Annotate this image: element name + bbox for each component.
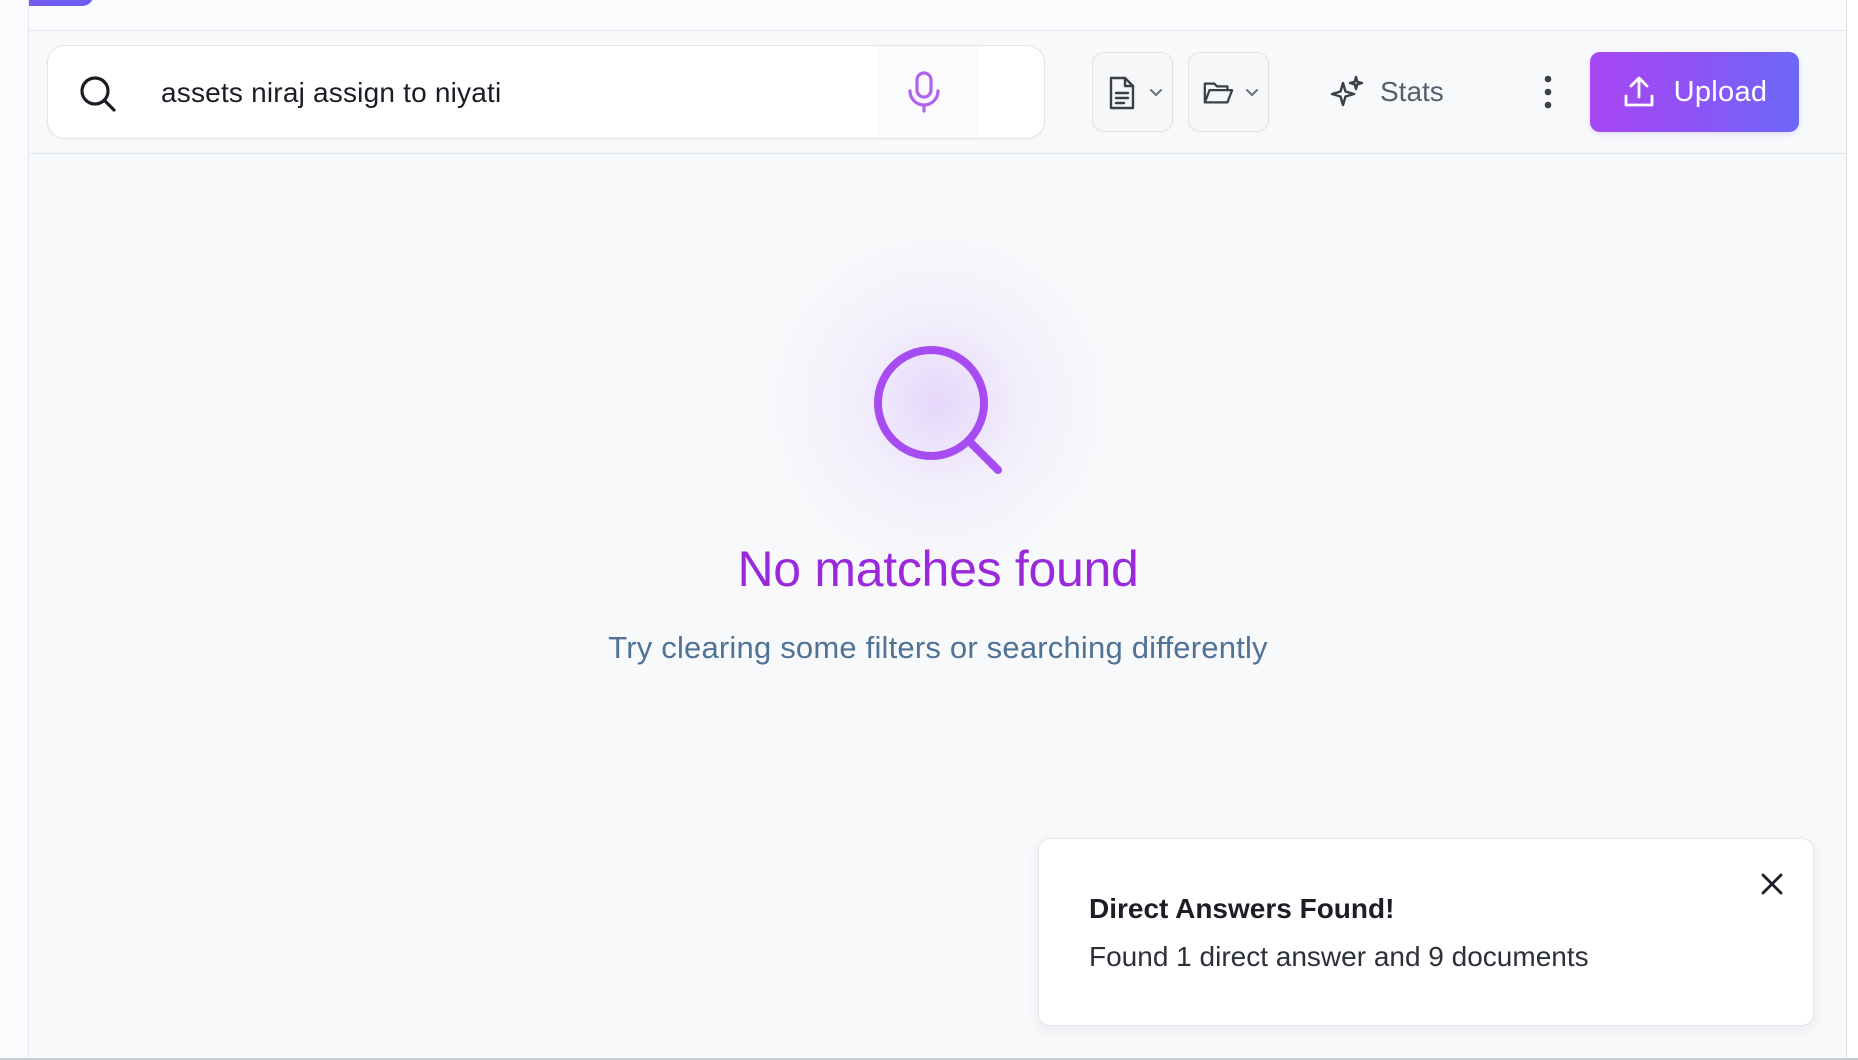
notification-toast: Direct Answers Found! Found 1 direct ans… <box>1038 838 1814 1026</box>
search-toolbar: assets niraj assign to niyati Stats Uplo… <box>30 32 1846 154</box>
upload-icon <box>1624 76 1654 107</box>
kebab-menu-icon[interactable] <box>1535 68 1561 116</box>
left-sidebar-rail <box>0 0 29 1060</box>
chevron-down-icon <box>1246 89 1258 96</box>
window-right-edge <box>1846 0 1858 1060</box>
search-icon <box>80 76 116 112</box>
upload-label: Upload <box>1673 75 1768 108</box>
upload-button[interactable]: Upload <box>1590 52 1799 132</box>
stats-label: Stats <box>1380 76 1444 107</box>
folder-filter-dropdown[interactable] <box>1188 52 1269 132</box>
app-window: assets niraj assign to niyati Stats Uplo… <box>0 0 1858 1060</box>
close-icon[interactable] <box>1759 871 1785 897</box>
top-strip <box>0 0 1846 31</box>
sparkles-icon <box>1330 75 1364 107</box>
search-bar[interactable]: assets niraj assign to niyati <box>47 45 1045 139</box>
folder-open-icon <box>1203 82 1234 104</box>
empty-state-subtitle: Try clearing some filters or searching d… <box>608 630 1268 665</box>
empty-state-title: No matches found <box>737 541 1139 597</box>
search-icon <box>874 346 1002 474</box>
chevron-down-icon <box>1150 89 1162 96</box>
document-type-filter-dropdown[interactable] <box>1092 52 1173 132</box>
search-input[interactable]: assets niraj assign to niyati <box>161 74 501 112</box>
document-icon <box>1109 76 1135 110</box>
stats-button[interactable]: Stats <box>1330 56 1460 128</box>
toast-message: Found 1 direct answer and 9 documents <box>1089 941 1589 972</box>
voice-search-button[interactable] <box>878 46 978 138</box>
toast-title: Direct Answers Found! <box>1089 893 1395 924</box>
microphone-icon <box>908 71 940 113</box>
